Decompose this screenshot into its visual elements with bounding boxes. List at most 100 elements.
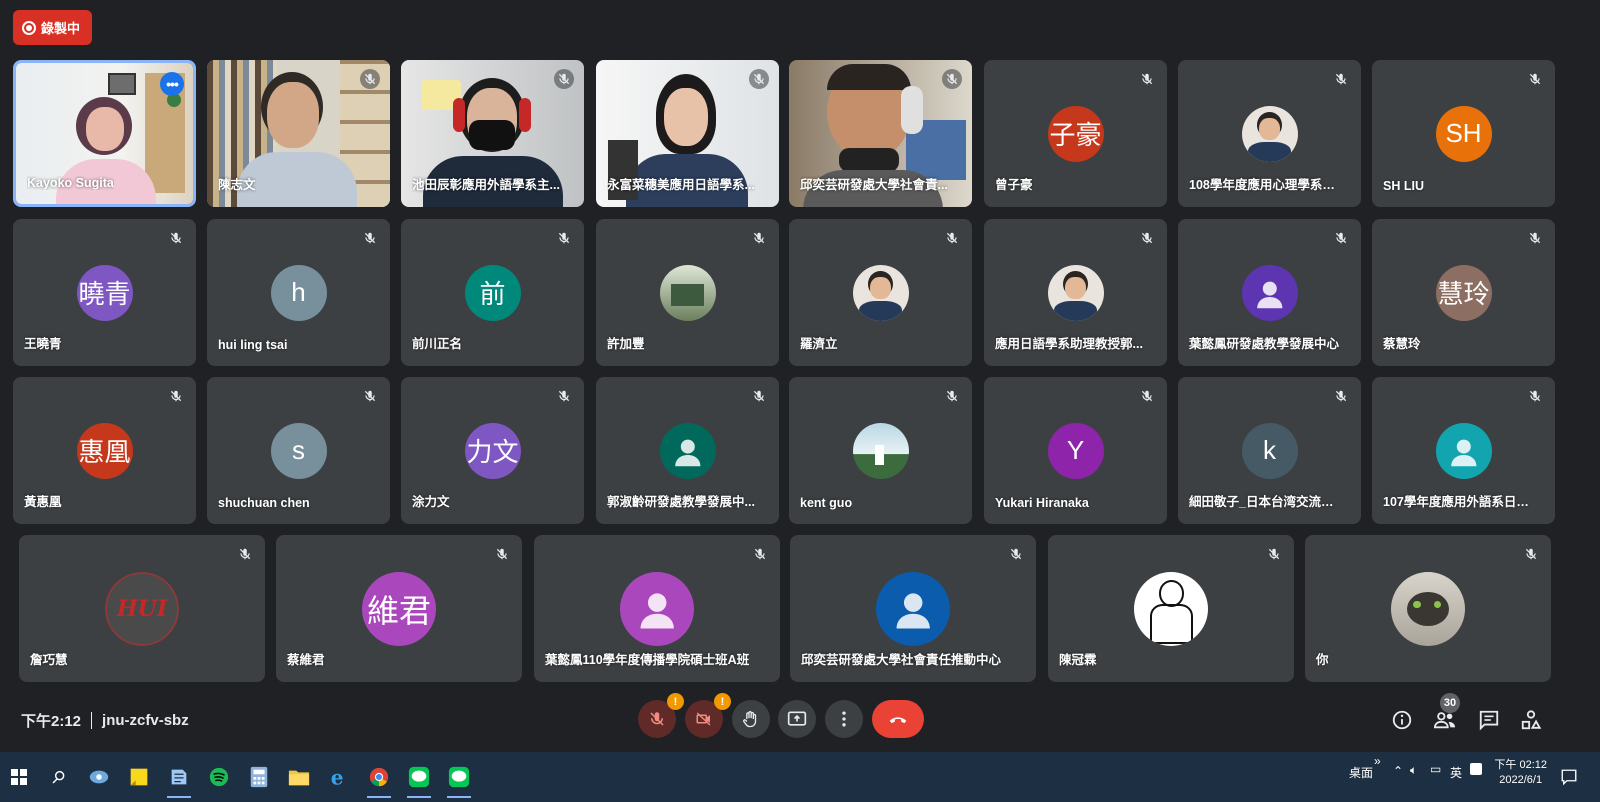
network-icon[interactable]: ▭	[1430, 762, 1441, 776]
start-button[interactable]	[4, 762, 34, 792]
app-icon	[89, 770, 109, 784]
chevron-up-icon[interactable]: ⌃	[1393, 764, 1403, 778]
avatar-photo	[852, 264, 909, 321]
camera-toggle-button[interactable]: !	[685, 693, 731, 738]
mic-off-icon	[166, 228, 186, 248]
participant-tile[interactable]: 郭淑齡研發處教學發展中...	[596, 377, 779, 524]
spotify-icon	[209, 767, 229, 787]
participant-tile[interactable]: s shuchuan chen	[207, 377, 390, 524]
participant-name: 許加豐	[607, 337, 645, 351]
participant-name: 陳冠霖	[1059, 653, 1097, 667]
leave-call-button[interactable]	[872, 700, 924, 738]
line-icon	[408, 766, 430, 788]
activities-button[interactable]	[1518, 707, 1544, 733]
participant-name: 應用日語學系助理教授郭...	[995, 337, 1143, 351]
volume-icon[interactable]: 🔈︎	[1410, 763, 1417, 778]
participant-tile[interactable]: 力文涂力文	[401, 377, 584, 524]
meeting-code[interactable]: jnu-zcfv-sbz	[102, 712, 189, 729]
participant-tile[interactable]: Y Yukari Hiranaka	[984, 377, 1167, 524]
participant-tile[interactable]: 葉懿鳳110學年度傳播學院碩士班A班	[534, 535, 780, 682]
mic-off-icon	[554, 228, 574, 248]
people-button[interactable]: 30	[1432, 693, 1460, 733]
taskbar-line-1[interactable]	[404, 762, 434, 798]
taskbar-clock[interactable]: 下午 02:12 2022/6/1	[1494, 758, 1547, 788]
mic-off-icon	[1264, 544, 1284, 564]
participant-tile[interactable]: SH SH LIU	[1372, 60, 1555, 207]
taskbar-chrome[interactable]	[364, 762, 394, 798]
participant-tile[interactable]: 應用日語學系助理教授郭...	[984, 219, 1167, 366]
taskbar-spotify[interactable]	[204, 762, 234, 792]
more-options-button[interactable]	[825, 700, 863, 738]
participant-tile[interactable]: 107學年度應用外語系日文...	[1372, 377, 1555, 524]
participant-tile[interactable]: kent guo	[789, 377, 972, 524]
chrome-icon	[369, 767, 389, 787]
mic-off-icon	[749, 228, 769, 248]
participant-tile[interactable]: 惠凰 黃惠凰	[13, 377, 196, 524]
participant-tile[interactable]: ••• Kayoko Sugita	[13, 60, 196, 207]
taskbar-sticky-notes[interactable]	[124, 762, 154, 792]
participant-tile[interactable]: 子豪 曾子豪	[984, 60, 1167, 207]
participant-name: 王曉青	[24, 337, 62, 351]
search-icon	[52, 770, 65, 784]
ime-mode-icon[interactable]	[1470, 763, 1482, 775]
participant-tile[interactable]: 陳冠霖	[1048, 535, 1294, 682]
participant-tile[interactable]: 羅濟立	[789, 219, 972, 366]
sticky-note-icon	[130, 768, 148, 786]
participant-name: 細田敬子_日本台湾交流協会	[1189, 495, 1345, 509]
meeting-details-button[interactable]	[1389, 707, 1415, 733]
participant-name: 永富菜穗美應用日語學系...	[607, 178, 755, 192]
avatar-photo	[1134, 571, 1208, 646]
avatar: h	[270, 264, 327, 321]
participant-tile[interactable]: 你	[1305, 535, 1551, 682]
taskbar-app-2[interactable]	[164, 762, 194, 798]
participant-tile[interactable]: HUI 詹巧慧	[19, 535, 265, 682]
activities-icon	[1521, 710, 1542, 730]
participant-tile[interactable]: k 細田敬子_日本台湾交流協会	[1178, 377, 1361, 524]
recording-indicator: 錄製中	[13, 10, 92, 45]
notification-icon	[1561, 769, 1577, 786]
camera-off-icon	[696, 712, 711, 726]
taskbar-line-2[interactable]	[444, 762, 474, 798]
participant-tile[interactable]: 邱奕芸研發處大學社會責...	[789, 60, 972, 207]
taskbar-file-explorer[interactable]	[284, 762, 314, 792]
participant-tile[interactable]: 葉懿鳳研發處教學發展中心	[1178, 219, 1361, 366]
present-icon	[787, 711, 807, 726]
mic-off-icon	[749, 69, 769, 89]
ime-indicator[interactable]: 英	[1450, 764, 1462, 781]
notification-button[interactable]	[1554, 762, 1584, 792]
participant-tile[interactable]: 曉青 王曉青	[13, 219, 196, 366]
raise-hand-button[interactable]	[732, 700, 770, 738]
participant-name: 107學年度應用外語系日文...	[1383, 495, 1539, 509]
mic-off-icon	[1525, 386, 1545, 406]
participant-tile[interactable]: 108學年度應用心理學系碩...	[1178, 60, 1361, 207]
participant-tile[interactable]: h hui ling tsai	[207, 219, 390, 366]
participant-name: 陳志文	[218, 178, 256, 192]
taskbar-calculator[interactable]	[244, 762, 274, 792]
participant-tile[interactable]: 前前川正名	[401, 219, 584, 366]
participant-tile[interactable]: 邱奕芸研發處大學社會責任推動中心	[790, 535, 1036, 682]
participant-tile[interactable]: 陳志文	[207, 60, 390, 207]
participant-name: Yukari Hiranaka	[995, 496, 1089, 510]
present-screen-button[interactable]	[778, 700, 816, 738]
avatar: 力文	[464, 422, 521, 479]
chat-button[interactable]	[1476, 707, 1502, 733]
avatar-photo	[852, 422, 909, 479]
mic-toggle-button[interactable]: !	[638, 693, 684, 738]
more-options-icon[interactable]: •••	[160, 72, 184, 96]
mic-off-icon	[1331, 228, 1351, 248]
taskbar-app-1[interactable]	[84, 762, 114, 792]
participant-name: 涂力文	[412, 495, 450, 509]
toolbar-overflow[interactable]: »	[1374, 754, 1381, 768]
participant-tile[interactable]: 許加豐	[596, 219, 779, 366]
taskbar-search-button[interactable]	[44, 762, 74, 792]
participant-tile[interactable]: 維君 蔡維君	[276, 535, 522, 682]
participant-tile[interactable]: 池田辰彰應用外語學系主...	[401, 60, 584, 207]
meeting-time: 下午2:12	[21, 713, 82, 730]
clock-time: 下午 02:12	[1494, 759, 1547, 771]
desktop-toolbar-label[interactable]: 桌面	[1349, 764, 1373, 781]
participant-tile[interactable]: 慧玲 蔡慧玲	[1372, 219, 1555, 366]
participant-tile[interactable]: 永富菜穗美應用日語學系...	[596, 60, 779, 207]
taskbar-internet-explorer[interactable]: e	[324, 762, 354, 792]
participant-name: 你	[1316, 653, 1329, 667]
avatar: s	[270, 422, 327, 479]
